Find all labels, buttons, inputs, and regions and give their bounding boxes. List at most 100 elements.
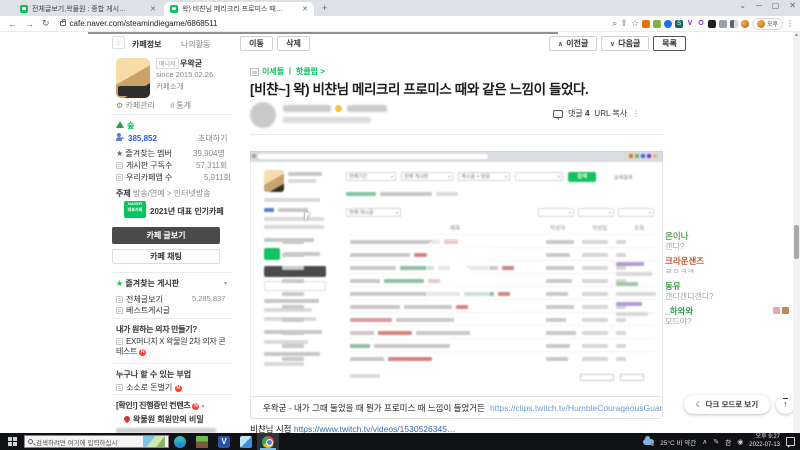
list-button[interactable]: 목록 (653, 36, 686, 51)
zoom-ext-icon[interactable]: ⌕ (612, 18, 617, 29)
move-button[interactable]: 이동 (240, 36, 273, 51)
ext-o-icon[interactable]: O (696, 19, 705, 28)
hidden-icons-chevron[interactable]: ∧ (702, 438, 707, 446)
ext-avatar-icon[interactable] (740, 19, 749, 28)
forest-link[interactable]: 숲 (116, 120, 134, 131)
cafe-read-button[interactable]: 카페 글보기 (112, 227, 220, 244)
browser-profile-chip[interactable]: 오후 (751, 17, 783, 30)
fav-members-label: ★ 즐겨찾는 멤버 (116, 149, 172, 158)
share-icon[interactable]: ⇧ (620, 18, 628, 29)
post-category[interactable]: 이세돌 ㅣ 핫클립 > (250, 66, 325, 77)
extensions-puzzle-icon[interactable] (718, 19, 727, 28)
naver-cafe-favicon (20, 5, 28, 13)
url-copy-button[interactable]: URL 복사 (594, 108, 627, 119)
maximize-button[interactable]: ▢ (772, 1, 780, 10)
ext-blue-circle-icon[interactable] (663, 19, 672, 28)
windows-ink-icon[interactable]: ✎ (713, 438, 719, 446)
comment-bubble-icon (553, 109, 563, 120)
browser-tab-1[interactable]: 전체글보기,왁물원 : 종합 게시… ✕ (14, 2, 162, 16)
prev-post-button[interactable]: ∧ 이전글 (549, 36, 597, 51)
taskbar-chrome-icon-active[interactable] (257, 433, 279, 450)
tab-my-activity[interactable]: 나의활동 (181, 39, 210, 50)
sidebar-item-chair-contest[interactable]: EX머니치 X 왁물원 2차 의자 콘테스트 N (116, 337, 228, 357)
video-player[interactable]: 전체기간 전체 게시판 게시글 + 댓글 검색 상세검색 전체 게시글 제목 작… (250, 151, 663, 398)
scrollbar-thumb[interactable] (794, 225, 799, 259)
delete-button[interactable]: 삭제 (277, 36, 310, 51)
post-date-blurred (283, 117, 371, 123)
taskbar-clock[interactable]: 오후 9:27 2022-07-13 (749, 434, 780, 449)
ext-orange-icon[interactable] (641, 19, 650, 28)
ext-green-icon[interactable] (652, 19, 661, 28)
taskbar-edge-icon[interactable] (169, 433, 191, 450)
ext-black-icon[interactable] (707, 19, 716, 28)
close-button[interactable]: ✕ (789, 1, 796, 10)
naver-cafe-favicon (170, 5, 178, 13)
new-badge: N (192, 403, 200, 410)
scrollbar-up-arrow[interactable]: ▲ (793, 32, 800, 40)
system-tray: 25°C 비 약간 ∧ ✎ 한 ◉ 오후 9:27 2022-07-13 (643, 434, 800, 449)
action-center-icon[interactable] (786, 437, 795, 448)
author-avatar[interactable] (250, 102, 276, 128)
refresh-icon[interactable]: ↻ (42, 18, 50, 29)
ext-s-icon[interactable]: S (674, 19, 683, 28)
tab-title: 전체글보기,왁물원 : 종합 게시… (32, 6, 127, 13)
clip-caption-box: 우왁굳 - 내가 그때 들었을 때 뭔가 프로미스 때 느낌이 들었거든 htt… (250, 396, 663, 419)
ext-split-icon[interactable] (729, 19, 738, 28)
taskbar-minecraft-icon[interactable] (191, 433, 213, 450)
next-post-button[interactable]: ∨ 다음글 (601, 36, 649, 51)
url-text[interactable]: cafe.naver.com/steamindiegame/6868511 (70, 19, 218, 28)
comments-link[interactable]: 댓글 4 (568, 108, 589, 119)
caption-link[interactable]: https://clips.twitch.tv/HumbleCourageous… (490, 403, 662, 413)
minimize-button[interactable]: ─ (756, 1, 762, 10)
sidebar-item-secret[interactable]: 왁물원 회원만의 비밀 (122, 414, 204, 425)
sidebar-item-money[interactable]: 소소로 돈벌기 N (116, 382, 182, 393)
chat-text: 갠디갠디갠디? (665, 291, 714, 301)
tab-close-icon[interactable]: ✕ (302, 5, 308, 13)
invite-link[interactable]: 초대하기 (198, 133, 227, 144)
weather-text[interactable]: 25°C 비 약간 (660, 437, 696, 447)
cafe-manage-link[interactable]: ⚙ 카페관리 (116, 100, 155, 111)
chat-message: 온이나 갠디? (665, 231, 791, 251)
taskbar-search-box[interactable]: 검색하려면 여기에 입력하십시 (24, 435, 169, 448)
bookmark-star-icon[interactable]: ☆ (631, 18, 639, 29)
chevron-down-icon[interactable]: ▾ (224, 280, 227, 287)
search-icon (28, 439, 33, 444)
chrome-menu-icon[interactable]: ⋮ (786, 19, 794, 28)
back-icon[interactable]: ← (8, 19, 17, 29)
topic-value[interactable]: 방송/연예 > 인터넷방송 (133, 189, 211, 198)
topic-label: 주제 (116, 189, 131, 198)
cafe-favorite-star-button[interactable]: ☆ (112, 36, 125, 49)
forward-icon[interactable]: → (25, 19, 34, 29)
browser-tab-2-active[interactable]: 왁) 비챤님 메리크리 프로미스 때… ✕ (164, 2, 314, 16)
search-highlight-thumbnail[interactable] (143, 436, 165, 447)
search-placeholder: 검색하려면 여기에 입력하십시 (36, 439, 118, 447)
cafe-chat-button[interactable]: 카페 채팅 (112, 249, 220, 264)
post-more-icon[interactable]: ⋮ (632, 109, 640, 118)
chat-text: ㄹㅇㅋㅋ (665, 266, 695, 276)
manager-name[interactable]: 우왁굳 (180, 58, 202, 69)
tab-search-icon[interactable]: ⌄ (739, 1, 746, 10)
sidebar-item-best-posts[interactable]: 베스트게시글 (116, 305, 170, 316)
post-title: [비챤~] 왁) 비챤님 메리크리 프로미스 때와 같은 느낌이 들었다. (250, 82, 589, 97)
ext-v-icon[interactable]: V (685, 19, 694, 28)
sidebar-item-all-posts[interactable]: 전체글보기 (116, 294, 163, 305)
play-button[interactable] (426, 240, 490, 304)
manager-badge: 매니저 (156, 58, 179, 69)
board-subs-label: 게시판 구독수 (116, 160, 172, 171)
volume-icon[interactable]: ◉ (737, 438, 743, 446)
member-count: 385,852 (116, 133, 157, 143)
cafe-stats-link[interactable]: ıl 통계 (170, 100, 191, 111)
tab-cafe-info[interactable]: 카페정보 (132, 39, 161, 50)
sidebar-group-content[interactable]: [확인!] 진행중인 컨텐츠 N ▾ (116, 400, 204, 411)
fav-boards-header[interactable]: ★ 즐겨찾는 게시판 (116, 278, 179, 289)
tab-close-icon[interactable]: ✕ (150, 5, 156, 13)
new-tab-button[interactable]: + (322, 3, 327, 13)
taskbar-blue-app-icon[interactable] (235, 433, 257, 450)
cafe-intro-link[interactable]: 카페소개 (156, 81, 184, 92)
cafe-logo[interactable] (116, 58, 150, 98)
taskbar-v-app-icon[interactable]: V (213, 433, 235, 450)
video-filter-board: 전체 게시판 (401, 172, 453, 181)
start-button[interactable] (0, 433, 24, 450)
ime-indicator[interactable]: 한 (725, 437, 731, 447)
dark-mode-button[interactable]: ☾ 다크 모드로 보기 (684, 395, 770, 414)
